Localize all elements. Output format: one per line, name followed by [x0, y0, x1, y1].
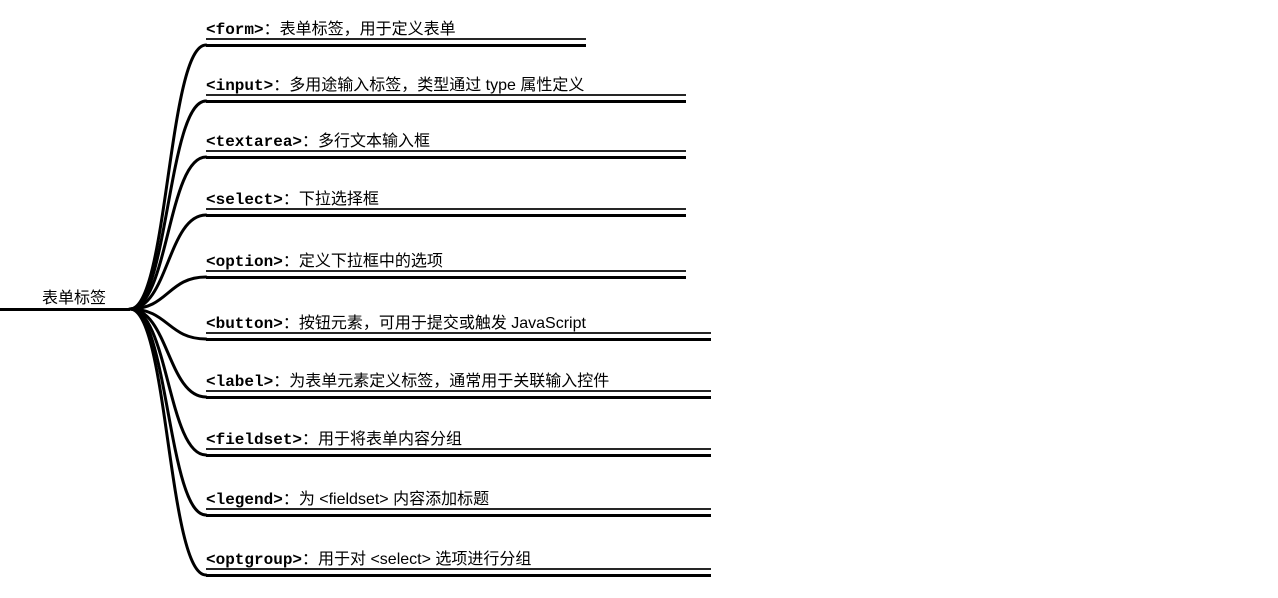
branch-node: <legend>：为 <fieldset> 内容添加标题 — [206, 490, 489, 510]
branch-underline — [206, 574, 711, 577]
branch-underline — [206, 44, 586, 47]
branch-node: <optgroup>：用于对 <select> 选项进行分组 — [206, 550, 531, 570]
branch-tag: <option> — [206, 253, 283, 271]
branch-tag: <optgroup> — [206, 551, 302, 569]
branch-tag: <legend> — [206, 491, 283, 509]
branch-tag: <fieldset> — [206, 431, 302, 449]
root-node-label: 表单标签 — [42, 284, 106, 308]
branch-tag: <label> — [206, 373, 273, 391]
branch-description: ：定义下拉框中的选项 — [283, 253, 443, 270]
branch-underline — [206, 338, 711, 341]
branch-underline — [206, 396, 711, 399]
branch-node: <select>：下拉选择框 — [206, 190, 379, 210]
branch-description: ：为表单元素定义标签，通常用于关联输入控件 — [273, 373, 609, 390]
branch-tag: <form> — [206, 21, 264, 39]
branch-node: <form>：表单标签，用于定义表单 — [206, 20, 456, 40]
branch-description: ：下拉选择框 — [283, 191, 379, 208]
branch-tag: <textarea> — [206, 133, 302, 151]
branch-description: ：按钮元素，可用于提交或触发 JavaScript — [283, 315, 586, 332]
branch-underline — [206, 214, 686, 217]
branch-description: ：用于将表单内容分组 — [302, 431, 462, 448]
branch-underline — [206, 156, 686, 159]
connector-path — [130, 45, 206, 309]
branch-description: ：为 <fieldset> 内容添加标题 — [283, 491, 489, 508]
branch-tag: <button> — [206, 315, 283, 333]
branch-description: ：多行文本输入框 — [302, 133, 430, 150]
branch-tag: <input> — [206, 77, 273, 95]
branch-description: ：多用途输入标签，类型通过 type 属性定义 — [273, 77, 584, 94]
connector-path — [130, 309, 206, 575]
branch-node: <option>：定义下拉框中的选项 — [206, 252, 443, 272]
branch-node: <button>：按钮元素，可用于提交或触发 JavaScript — [206, 314, 586, 334]
branch-node: <label>：为表单元素定义标签，通常用于关联输入控件 — [206, 372, 609, 392]
connector-path — [130, 309, 206, 515]
branch-underline — [206, 454, 711, 457]
branch-node: <fieldset>：用于将表单内容分组 — [206, 430, 462, 450]
branch-underline — [206, 514, 711, 517]
root-underline — [0, 308, 130, 311]
branch-description: ：表单标签，用于定义表单 — [264, 21, 456, 38]
branch-node: <input>：多用途输入标签，类型通过 type 属性定义 — [206, 76, 584, 96]
branch-description: ：用于对 <select> 选项进行分组 — [302, 551, 531, 568]
branch-tag: <select> — [206, 191, 283, 209]
branch-node: <textarea>：多行文本输入框 — [206, 132, 430, 152]
branch-underline — [206, 100, 686, 103]
branch-underline — [206, 276, 686, 279]
mindmap-connectors — [128, 0, 218, 598]
